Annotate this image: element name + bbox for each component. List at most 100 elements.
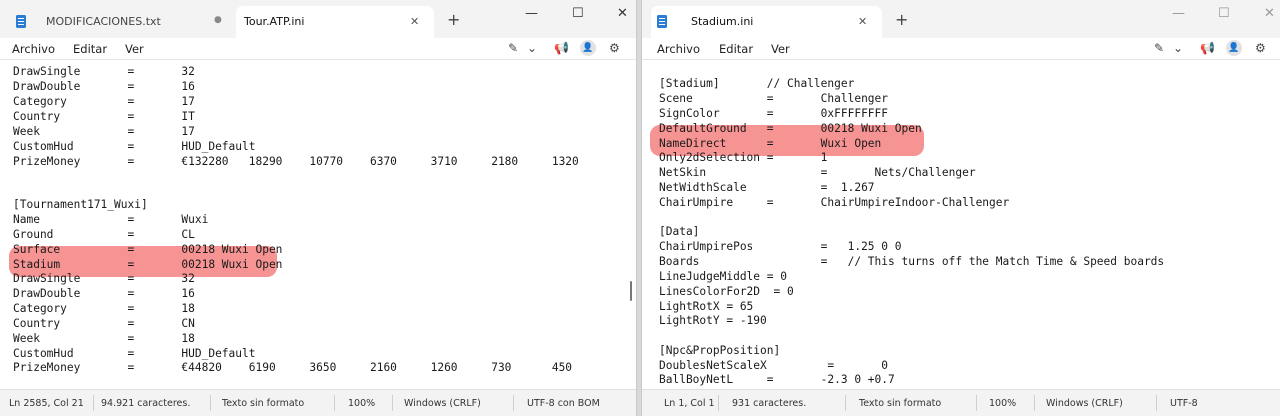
settings-icon[interactable]: ⚙ [609, 41, 620, 55]
char-count: 931 caracteres. [732, 398, 807, 409]
format-label: Texto sin formato [222, 398, 305, 409]
text-line: LightRotX = 65 [659, 300, 754, 313]
status-separator [93, 395, 94, 411]
menu-ver[interactable]: Ver [771, 42, 790, 56]
close-window-button[interactable]: ✕ [1264, 6, 1275, 22]
tab-label: MODIFICACIONES.txt [46, 15, 161, 28]
status-separator [976, 395, 977, 411]
text-line: DrawSingle = 32 [13, 65, 195, 78]
text-line: CustomHud = HUD_Default [13, 140, 256, 153]
status-separator [210, 395, 211, 411]
status-separator [1034, 395, 1035, 411]
text-line: Country = IT [13, 110, 195, 123]
document-icon [657, 15, 667, 28]
settings-icon[interactable]: ⚙ [1255, 41, 1266, 55]
text-editor[interactable]: DrawSingle = 32 DrawDouble = 16 Category… [0, 61, 636, 389]
notepad-window-left: MODIFICACIONES.txt ● Tour.ATP.ini ✕ + — … [0, 0, 637, 416]
account-icon[interactable]: 👤 [1226, 40, 1242, 56]
text-line: Only2dSelection = 1 [659, 151, 828, 164]
text-line: NetSkin = Nets/Challenger [659, 166, 976, 179]
text-line: SignColor = 0xFFFFFFFF [659, 107, 889, 120]
text-line: Surface = 00218 Wuxi Open [13, 243, 283, 256]
cursor-position: Ln 1, Col 1 [664, 398, 715, 409]
new-tab-button[interactable]: + [447, 12, 460, 28]
status-separator [718, 395, 719, 411]
text-line: Stadium = 00218 Wuxi Open [13, 258, 283, 271]
text-line: Category = 17 [13, 95, 195, 108]
maximize-button[interactable]: ☐ [1218, 6, 1230, 22]
cursor-position: Ln 2585, Col 21 [9, 398, 84, 409]
unsaved-dot-icon: ● [214, 15, 222, 25]
text-line: DoublesNetScaleX = 0 [659, 359, 889, 372]
minimize-button[interactable]: — [1172, 6, 1185, 22]
text-line: NetWidthScale = 1.267 [659, 181, 875, 194]
new-tab-button[interactable]: + [895, 12, 908, 28]
status-separator [334, 395, 335, 411]
minimize-button[interactable]: — [525, 6, 538, 22]
tab-stadium[interactable]: Stadium.ini ✕ [651, 6, 882, 38]
status-bar: Ln 1, Col 1 931 caracteres. Texto sin fo… [642, 389, 1280, 416]
status-separator [845, 395, 846, 411]
text-line: Scene = Challenger [659, 92, 889, 105]
menu-ver[interactable]: Ver [125, 42, 144, 56]
text-line: ChairUmpirePos = 1.25 0 0 [659, 240, 902, 253]
menu-bar: Archivo Editar Ver ✎ ⌄ 📢 👤 ⚙ [0, 38, 636, 60]
encoding[interactable]: UTF-8 con BOM [527, 398, 600, 409]
text-line: BallBoyNetL = -2.3 0 +0.7 [659, 373, 895, 386]
close-tab-icon[interactable]: ✕ [410, 15, 419, 28]
text-line: Category = 18 [13, 302, 195, 315]
menu-archivo[interactable]: Archivo [12, 42, 55, 56]
text-line: DefaultGround = 00218 Wuxi Open [659, 122, 922, 135]
notepad-window-right: Stadium.ini ✕ + — ☐ ✕ Archivo Editar Ver… [641, 0, 1280, 416]
close-window-button[interactable]: ✕ [617, 6, 628, 22]
menu-editar[interactable]: Editar [719, 42, 753, 56]
text-line: [Stadium] // Challenger [659, 77, 855, 90]
zoom-level[interactable]: 100% [989, 398, 1016, 409]
scrollbar-thumb[interactable] [630, 281, 632, 301]
status-separator [513, 395, 514, 411]
line-ending[interactable]: Windows (CRLF) [404, 398, 481, 409]
text-line: DrawDouble = 16 [13, 287, 195, 300]
maximize-button[interactable]: ☐ [572, 6, 584, 22]
close-tab-icon[interactable]: ✕ [858, 15, 867, 28]
menu-editar[interactable]: Editar [73, 42, 107, 56]
tab-label: Stadium.ini [691, 15, 754, 28]
line-ending[interactable]: Windows (CRLF) [1046, 398, 1123, 409]
text-line: [Data] [659, 225, 700, 238]
chevron-down-icon[interactable]: ⌄ [1173, 41, 1183, 55]
encoding[interactable]: UTF-8 [1170, 398, 1198, 409]
announce-icon[interactable]: 📢 [554, 41, 569, 55]
text-editor[interactable]: [Stadium] // Challenger Scene = Challeng… [642, 61, 1280, 389]
title-bar: Stadium.ini ✕ + — ☐ ✕ [642, 0, 1280, 38]
text-line: LineJudgeMiddle = 0 [659, 270, 787, 283]
copilot-icon[interactable]: ✎ [508, 41, 518, 55]
document-icon [16, 15, 26, 28]
tab-tour-atp[interactable]: Tour.ATP.ini ✕ [236, 6, 434, 38]
text-line: Week = 17 [13, 125, 195, 138]
text-line: NameDirect = Wuxi Open [659, 137, 882, 150]
text-line: CustomHud = HUD_Default [13, 347, 256, 360]
chevron-down-icon[interactable]: ⌄ [527, 41, 537, 55]
text-line: [Npc&PropPosition] [659, 344, 781, 357]
text-line: Ground = CL [13, 228, 195, 241]
char-count: 94.921 caracteres. [101, 398, 191, 409]
text-line: LinesColorFor2D = 0 [659, 285, 794, 298]
menu-archivo[interactable]: Archivo [657, 42, 700, 56]
text-line: Boards = // This turns off the Match Tim… [659, 255, 1165, 268]
zoom-level[interactable]: 100% [348, 398, 375, 409]
text-line: LightRotY = -190 [659, 314, 767, 327]
menu-bar: Archivo Editar Ver ✎ ⌄ 📢 👤 ⚙ [642, 38, 1280, 60]
account-icon[interactable]: 👤 [580, 40, 596, 56]
text-line: ChairUmpire = ChairUmpireIndoor-Challeng… [659, 196, 1010, 209]
announce-icon[interactable]: 📢 [1200, 41, 1215, 55]
format-label: Texto sin formato [859, 398, 942, 409]
title-bar: MODIFICACIONES.txt ● Tour.ATP.ini ✕ + — … [0, 0, 636, 38]
text-line: PrizeMoney = €132280 18290 10770 6370 37… [13, 155, 579, 168]
status-separator [1156, 395, 1157, 411]
status-bar: Ln 2585, Col 21 94.921 caracteres. Texto… [0, 389, 636, 416]
tab-modificaciones[interactable]: MODIFICACIONES.txt ● [8, 6, 232, 38]
text-line: DrawDouble = 16 [13, 80, 195, 93]
tab-label: Tour.ATP.ini [244, 15, 305, 28]
copilot-icon[interactable]: ✎ [1154, 41, 1164, 55]
text-line: [Tournament171_Wuxi] [13, 198, 148, 211]
